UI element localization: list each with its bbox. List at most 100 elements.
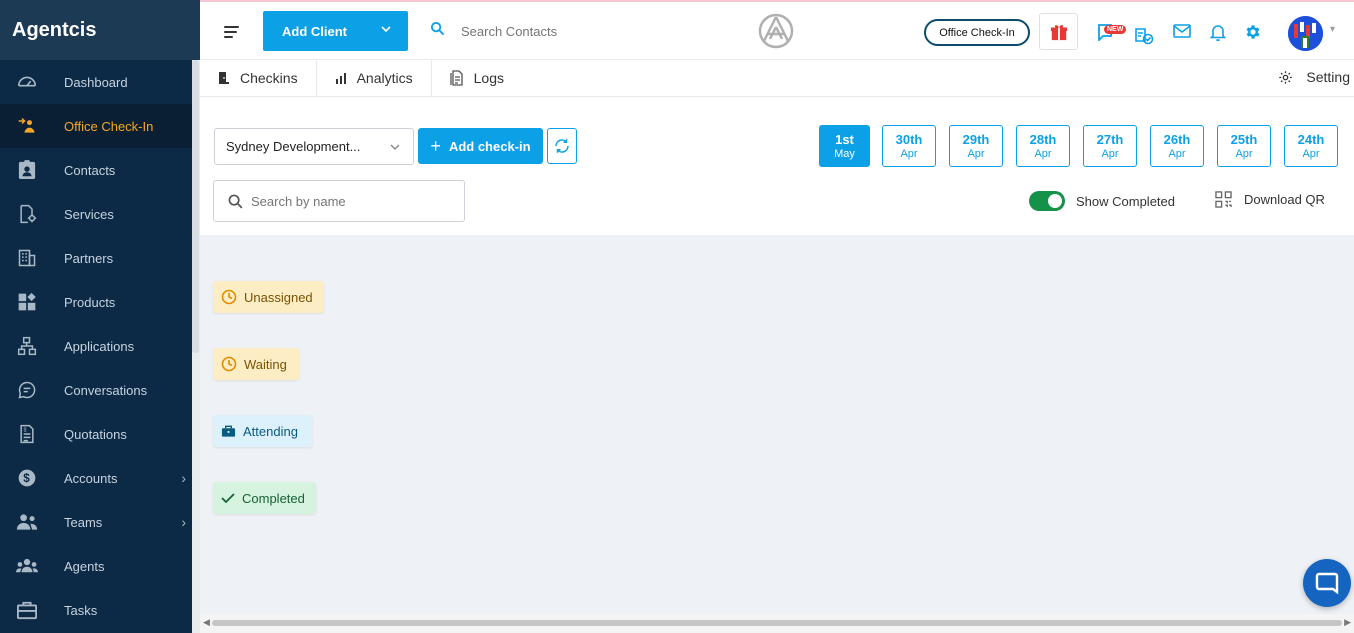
tab-label: Checkins — [240, 70, 298, 86]
status-label: Waiting — [244, 356, 287, 372]
refresh-button[interactable] — [547, 128, 577, 164]
sidebar-item-label: Services — [64, 206, 114, 222]
sidebar-item-label: Applications — [64, 338, 135, 354]
tab-logs[interactable]: Logs — [432, 60, 522, 97]
sidebar-item-teams[interactable]: Teams › — [0, 500, 200, 544]
download-qr-label: Download QR — [1244, 192, 1325, 207]
scrollbar-thumb[interactable] — [212, 620, 1342, 626]
checkin-subnav: Checkins Analytics Logs Setting — [200, 59, 1354, 97]
date-day: 25th — [1230, 132, 1258, 147]
date-button[interactable]: 25th Apr — [1217, 125, 1271, 167]
sidebar-item-label: Teams — [64, 514, 103, 530]
brand-logo[interactable]: Agentcis — [0, 0, 200, 60]
scroll-right-icon[interactable]: ▶ — [1344, 617, 1351, 628]
dollar-icon: $ — [16, 467, 38, 489]
search-icon — [228, 194, 243, 209]
date-month: Apr — [900, 148, 918, 160]
company-logo — [758, 13, 794, 49]
office-checkin-button[interactable]: Office Check-In — [924, 19, 1030, 46]
task-check-icon[interactable] — [1134, 27, 1154, 50]
chevron-down-icon[interactable]: ▾ — [1330, 24, 1335, 35]
clock-icon — [221, 356, 237, 372]
mail-icon[interactable] — [1173, 24, 1191, 43]
sidebar-item-services[interactable]: Services — [0, 192, 200, 236]
sidebar-item-quotations[interactable]: $ Quotations — [0, 412, 200, 456]
gauge-icon — [16, 71, 38, 93]
gear-icon — [1278, 70, 1293, 85]
clock-icon — [221, 289, 237, 305]
checkin-icon — [16, 115, 38, 137]
date-month: Apr — [1034, 148, 1052, 160]
sidebar-item-applications[interactable]: Applications — [0, 324, 200, 368]
tab-label: Logs — [473, 70, 504, 86]
sidebar-item-agents[interactable]: Agents — [0, 544, 200, 588]
gear-icon[interactable] — [1244, 23, 1262, 46]
sidebar-item-label: Agents — [64, 558, 105, 574]
date-button[interactable]: 27th Apr — [1083, 125, 1137, 167]
status-label: Completed — [242, 490, 305, 506]
sidebar-item-office-checkin[interactable]: Office Check-In — [0, 104, 200, 148]
search-contacts-input[interactable] — [461, 23, 661, 39]
date-selector: 1st May 30th Apr 29th Apr 28th Apr 27th — [819, 125, 1338, 167]
date-button[interactable]: 1st May — [819, 125, 870, 167]
sidebar-item-accounts[interactable]: $ Accounts › — [0, 456, 200, 500]
status-label: Unassigned — [244, 289, 313, 305]
avatar[interactable] — [1288, 16, 1323, 51]
sidebar-item-contacts[interactable]: Contacts — [0, 148, 200, 192]
date-day: 30th — [895, 132, 923, 147]
tab-analytics[interactable]: Analytics — [317, 59, 432, 97]
chat-widget-button[interactable] — [1303, 559, 1351, 607]
services-icon — [16, 203, 38, 225]
sidebar-item-label: Products — [64, 294, 116, 310]
chevron-down-icon — [389, 141, 401, 156]
show-completed-toggle-wrap: Show Completed — [1029, 191, 1175, 211]
sidebar-item-label: Tasks — [64, 602, 98, 618]
menu-toggle-icon[interactable] — [224, 26, 239, 41]
horizontal-scrollbar[interactable]: ◀ ▶ — [200, 614, 1354, 633]
bell-icon[interactable] — [1209, 23, 1227, 46]
branch-select-value: Sydney Development... — [226, 139, 361, 154]
sidebar-item-dashboard[interactable]: Dashboard — [0, 60, 200, 104]
chevron-right-icon: › — [181, 470, 186, 486]
date-button[interactable]: 26th Apr — [1150, 125, 1204, 167]
chat-bubble-icon — [1314, 570, 1340, 596]
status-completed[interactable]: Completed — [213, 482, 316, 514]
status-unassigned[interactable]: Unassigned — [213, 281, 324, 313]
add-checkin-button[interactable]: + Add check-in — [418, 128, 543, 164]
tab-checkins[interactable]: Checkins — [200, 59, 317, 97]
date-button[interactable]: 28th Apr — [1016, 125, 1070, 167]
chevron-right-icon: › — [181, 514, 186, 530]
refresh-icon — [553, 137, 571, 155]
add-client-button[interactable]: Add Client — [263, 11, 408, 51]
sidebar-item-label: Office Check-In — [64, 118, 154, 134]
sidebar-scrollbar[interactable] — [192, 60, 199, 353]
sidebar-item-products[interactable]: Products — [0, 280, 200, 324]
briefcase-icon — [16, 599, 38, 621]
products-icon — [16, 291, 38, 313]
download-qr-button[interactable]: Download QR — [1215, 191, 1325, 208]
agents-icon — [16, 555, 38, 577]
svg-text:$: $ — [23, 472, 30, 485]
status-attending[interactable]: Attending — [213, 415, 312, 447]
plus-icon: + — [430, 135, 441, 156]
sidebar-nav: Dashboard Office Check-In Contacts Servi… — [0, 60, 200, 632]
search-icon[interactable] — [430, 21, 445, 41]
date-button[interactable]: 24th Apr — [1284, 125, 1338, 167]
date-button[interactable]: 30th Apr — [882, 125, 936, 167]
scroll-left-icon[interactable]: ◀ — [203, 617, 210, 628]
sidebar-item-tasks[interactable]: Tasks — [0, 588, 200, 632]
date-button[interactable]: 29th Apr — [949, 125, 1003, 167]
sidebar-item-conversations[interactable]: Conversations — [0, 368, 200, 412]
chevron-down-icon[interactable] — [380, 23, 392, 38]
date-month: Apr — [1101, 148, 1119, 160]
setting-button[interactable]: Setting — [1278, 69, 1350, 85]
search-by-name-input[interactable] — [251, 193, 451, 209]
status-waiting[interactable]: Waiting — [213, 348, 299, 380]
gift-icon[interactable] — [1039, 13, 1078, 50]
date-month: Apr — [967, 148, 985, 160]
name-search — [213, 180, 465, 222]
sidebar-item-partners[interactable]: Partners — [0, 236, 200, 280]
branch-select[interactable]: Sydney Development... — [214, 128, 414, 165]
show-completed-toggle[interactable] — [1029, 191, 1065, 211]
tab-label: Analytics — [356, 70, 413, 86]
